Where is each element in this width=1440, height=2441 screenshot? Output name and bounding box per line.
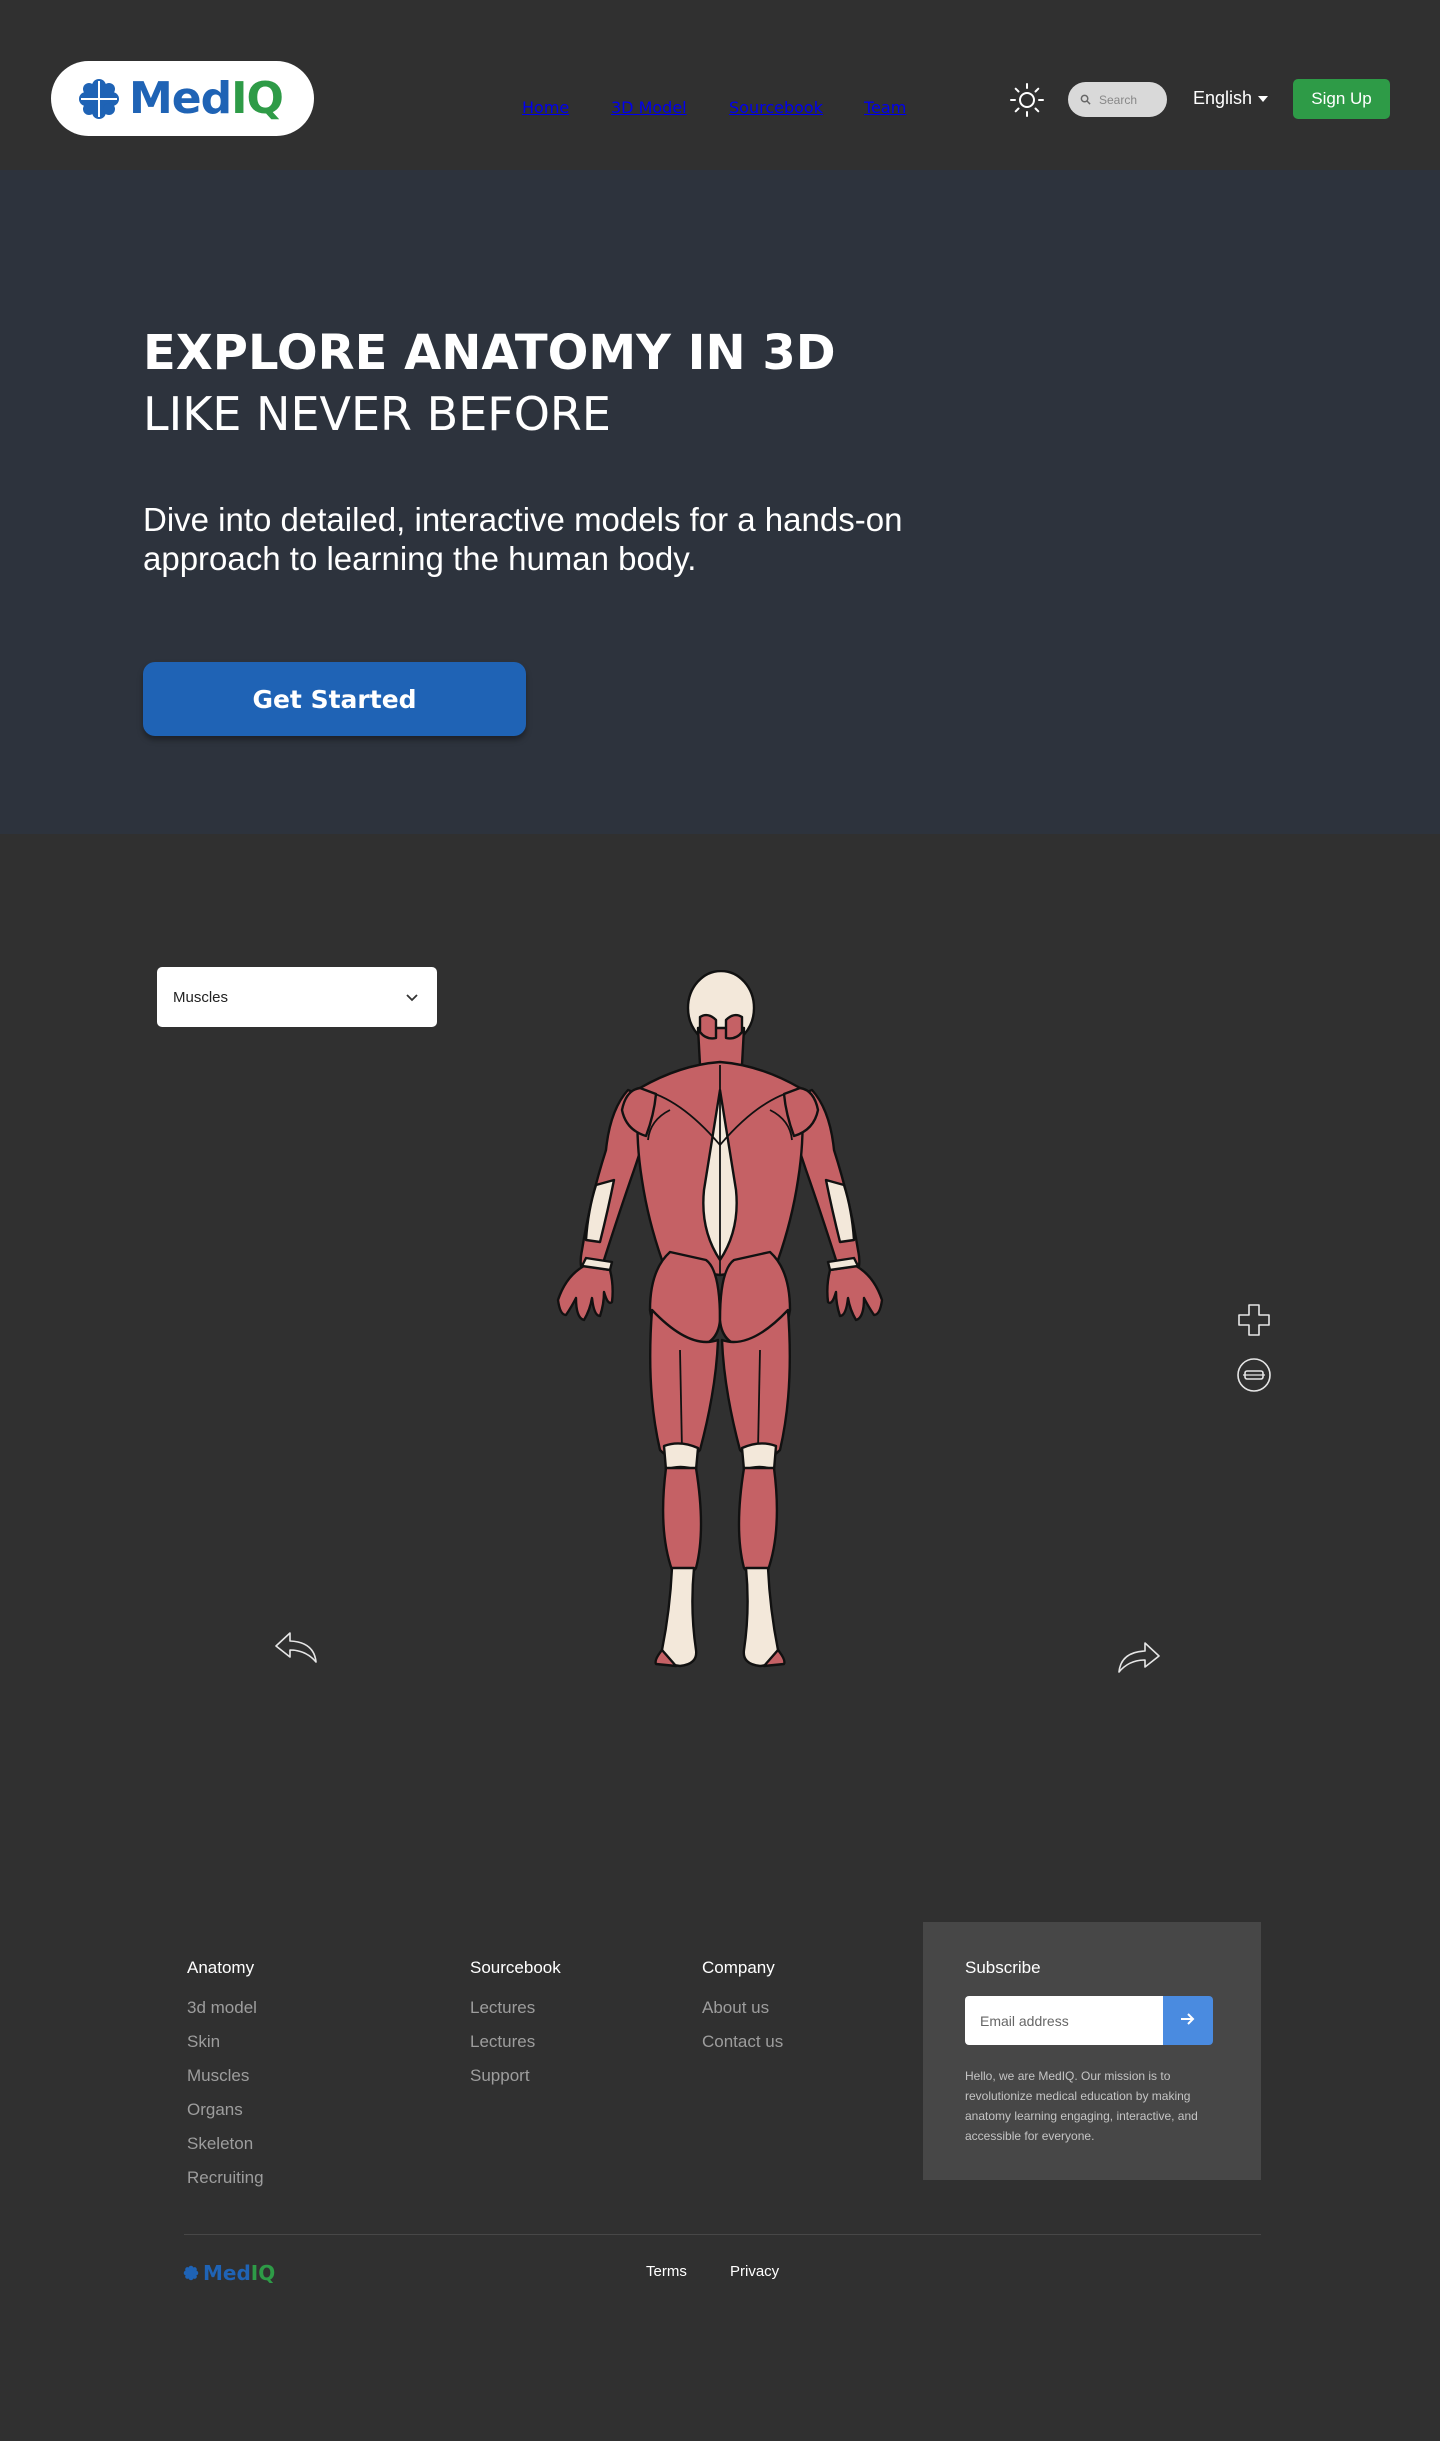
hero-subtitle: Dive into detailed, interactive models f… [143, 501, 903, 577]
nav-team-link[interactable]: Team [864, 98, 906, 117]
search-box[interactable] [1068, 82, 1167, 117]
zoom-in-plus-icon[interactable] [1236, 1302, 1272, 1338]
footer-column-anatomy: Anatomy 3d model Skin Muscles Organs Ske… [187, 1958, 264, 2202]
footer-link[interactable]: About us [702, 1998, 783, 2018]
footer-link[interactable]: Muscles [187, 2066, 264, 2086]
footer-link[interactable]: Skeleton [187, 2134, 264, 2154]
chevron-down-icon [406, 993, 418, 1001]
subscribe-submit-button[interactable] [1163, 1996, 1213, 2045]
brand-logo[interactable]: MedIQ [51, 61, 314, 136]
footer-link[interactable]: Lectures [470, 2032, 561, 2052]
privacy-link[interactable]: Privacy [730, 2263, 779, 2280]
footer-column-sourcebook: Sourcebook Lectures Lectures Support [470, 1958, 561, 2100]
hero-section: EXPLORE ANATOMY IN 3D LIKE NEVER BEFORE … [0, 170, 1440, 834]
language-dropdown[interactable]: English [1193, 88, 1269, 109]
footer-column-title: Company [702, 1958, 775, 1977]
footer-link[interactable]: Recruiting [187, 2168, 264, 2188]
footer-column-company: Company About us Contact us [702, 1958, 783, 2066]
terms-link[interactable]: Terms [646, 2263, 687, 2280]
hero-title-secondary: LIKE NEVER BEFORE [143, 387, 611, 441]
footer-logo[interactable]: MedIQ [183, 2261, 275, 2285]
footer-divider [184, 2234, 1261, 2235]
theme-toggle-sun-icon[interactable] [1009, 82, 1045, 118]
top-navbar: MedIQ Home 3D Model Sourcebook Team Engl… [0, 0, 1440, 170]
subscribe-form [965, 1996, 1213, 2045]
brand-wordmark: MedIQ [129, 73, 284, 124]
nav-sourcebook-link[interactable]: Sourcebook [729, 98, 823, 117]
medical-cross-logo-icon [79, 78, 119, 119]
rotate-right-icon[interactable] [1115, 1640, 1161, 1676]
sign-up-button[interactable]: Sign Up [1293, 79, 1390, 119]
get-started-button[interactable]: Get Started [143, 662, 526, 736]
muscle-body-model[interactable]: .m { fill: #c56165; stroke: #111; stroke… [530, 970, 910, 1685]
anatomy-viewer: Muscles .m { fill: #c56165; stroke: #111… [0, 834, 1440, 1834]
footer-column-title: Anatomy [187, 1958, 255, 1977]
hero-title: EXPLORE ANATOMY IN 3D [143, 325, 836, 381]
footer-link[interactable]: Contact us [702, 2032, 783, 2052]
footer-link[interactable]: Lectures [470, 1998, 561, 2018]
layer-select-value: Muscles [173, 988, 229, 1006]
footer-link[interactable]: Organs [187, 2100, 264, 2120]
chevron-down-icon [1258, 95, 1269, 102]
nav-home-link[interactable]: Home [522, 98, 569, 117]
footer-link[interactable]: Skin [187, 2032, 264, 2052]
language-label: English [1193, 88, 1253, 108]
subscribe-panel: Subscribe Hello, we are MedIQ. Our missi… [923, 1922, 1261, 2180]
footer-link[interactable]: 3d model [187, 1998, 264, 2018]
nav-3d-model-link[interactable]: 3D Model [611, 98, 687, 117]
footer-column-title: Sourcebook [470, 1958, 561, 1977]
search-input[interactable] [1099, 92, 1159, 107]
search-icon [1080, 94, 1091, 105]
footer-link[interactable]: Support [470, 2066, 561, 2086]
medical-cross-logo-icon [183, 2265, 199, 2281]
rotate-left-icon[interactable] [274, 1630, 320, 1666]
subscribe-description: Hello, we are MedIQ. Our mission is to r… [965, 2069, 1198, 2143]
arrow-right-icon [1181, 2013, 1195, 2025]
reset-view-icon[interactable] [1236, 1357, 1272, 1393]
subscribe-title: Subscribe [965, 1958, 1041, 1977]
email-field[interactable] [965, 1996, 1163, 2045]
layer-select[interactable]: Muscles [157, 967, 437, 1027]
footer-wordmark: MedIQ [203, 2261, 276, 2285]
